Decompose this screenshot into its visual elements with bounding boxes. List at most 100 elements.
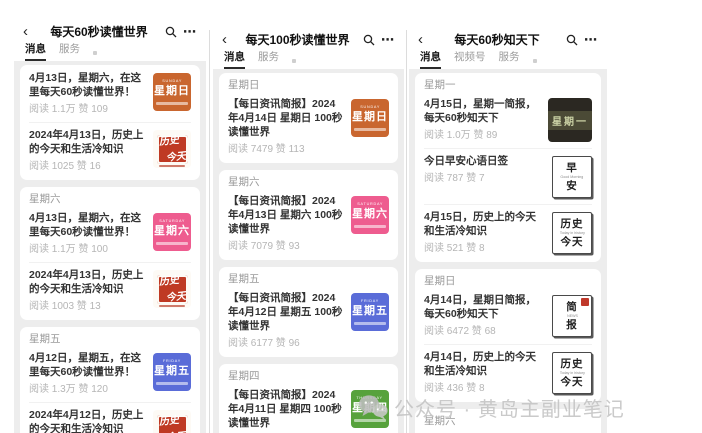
article-list-item[interactable]: 4月12日，星期五，在这里每天60秒读懂世界！阅读 1.3万 赞 120FRID… — [29, 346, 191, 402]
article-text: 2024年4月13日，历史上的今天和生活冷知识阅读 1003 赞 13 — [29, 268, 146, 313]
message-list: 星期一4月15日，星期一简报，每天60秒知天下阅读 1.0万 赞 89 星期一今日… — [409, 69, 607, 433]
article-list-item[interactable]: 【每日资讯简报】2024年4月12日 星期五 100秒读懂世界阅读 6177 赞… — [228, 286, 389, 356]
article-title: 4月15日，历史上的今天和生活冷知识 — [424, 210, 545, 238]
tab-services[interactable]: 服务 — [258, 49, 279, 69]
seal-text-bottom: 今天 — [165, 290, 186, 303]
panel-header: ‹每天60秒知天下⋯ — [409, 28, 607, 51]
group-date-label: 星期四 — [228, 365, 389, 383]
thumbnail-weekday-text: 星期一 — [548, 111, 592, 130]
thumbnail-weekday-text: 星期日 — [154, 85, 190, 98]
thumbnail-caption-bar — [156, 382, 187, 385]
article-text: 4月14日，星期日简报，每天60秒知天下阅读 6472 赞 68 — [424, 293, 545, 338]
article-text: 【每日资讯简报】2024年4月13日 星期六 100秒读懂世界阅读 7079 赞… — [228, 194, 344, 253]
article-read-like-stats: 阅读 787 赞 7 — [424, 172, 545, 185]
article-list-item[interactable]: 2024年4月13日，历史上的今天和生活冷知识阅读 1025 赞 16 历史今天 — [29, 122, 191, 179]
red-seal: 历史今天 — [157, 275, 188, 304]
stamp-english-caption: NEWS — [567, 314, 578, 318]
article-title: 【每日资讯简报】2024年4月11日 星期四 100秒读懂世界 — [228, 388, 344, 430]
article-read-like-stats: 阅读 1025 赞 16 — [29, 160, 146, 173]
thumbnail-caption-bar — [354, 225, 385, 228]
article-title: 2024年4月13日，历史上的今天和生活冷知识 — [29, 268, 146, 296]
more-options-icon[interactable]: ⋯ — [183, 24, 197, 40]
thumbnail-top-caption: SUNDAY — [360, 106, 380, 110]
group-date-label: 星期五 — [228, 268, 389, 286]
article-list-item[interactable]: 4月13日，星期六，在这里每天60秒读懂世界！阅读 1.1万 赞 100SATU… — [29, 206, 191, 262]
tab-channels[interactable]: 视频号 — [454, 49, 486, 69]
article-title: 4月15日，星期一简报，每天60秒知天下 — [424, 97, 541, 125]
group-date-label: 星期日 — [228, 74, 389, 92]
thumbnail-caption-bar — [354, 322, 385, 325]
thumbnail-caption-bar — [156, 102, 187, 105]
tab-messages[interactable]: 消息 — [224, 49, 245, 69]
article-list-item[interactable]: 今日早安心语日签阅读 787 赞 7早Good Morning安 — [424, 148, 592, 204]
seal-caption-bar — [159, 305, 185, 307]
article-list-item[interactable]: 4月15日，星期一简报，每天60秒知天下阅读 1.0万 赞 89 星期一 — [424, 92, 592, 148]
message-group-card: 星期六4月13日，星期六，在这里每天60秒读懂世界！阅读 1.1万 赞 100S… — [20, 187, 200, 320]
stamp-thumbnail: 早Good Morning安 — [552, 156, 592, 198]
article-read-like-stats: 阅读 521 赞 8 — [424, 242, 545, 255]
back-icon[interactable]: ‹ — [222, 30, 232, 50]
panel-header: ‹每天100秒读懂世界⋯ — [213, 28, 404, 51]
tab-messages[interactable]: 消息 — [420, 49, 441, 69]
tab-messages[interactable]: 消息 — [25, 41, 46, 61]
wechat-logo-icon — [358, 394, 388, 421]
article-list-item[interactable]: 【每日资讯简报】2024年4月13日 星期六 100秒读懂世界阅读 7079 赞… — [228, 189, 389, 259]
watermark-text: 公众号 · 黄岛主副业笔记 — [394, 393, 625, 422]
article-list-item[interactable]: 2024年4月13日，历史上的今天和生活冷知识阅读 1003 赞 13 历史今天 — [29, 262, 191, 319]
weekday-thumbnail: SATURDAY星期六 — [153, 213, 191, 251]
tab-badge-dot — [292, 59, 296, 63]
more-options-icon[interactable]: ⋯ — [381, 32, 395, 48]
article-list-item[interactable]: 4月15日，历史上的今天和生活冷知识阅读 521 赞 8历史Today in h… — [424, 204, 592, 261]
article-text: 今日早安心语日签阅读 787 赞 7 — [424, 154, 545, 185]
stamp-thumbnail: 简NEWS报 — [552, 295, 592, 337]
article-title: 2024年4月13日，历史上的今天和生活冷知识 — [29, 128, 146, 156]
weekday-thumbnail: SUNDAY星期日 — [153, 73, 191, 111]
article-text: 【每日资讯简报】2024年4月12日 星期五 100秒读懂世界阅读 6177 赞… — [228, 291, 344, 350]
tab-services[interactable]: 服务 — [499, 49, 520, 69]
article-text: 4月14日，历史上的今天和生活冷知识阅读 436 赞 8 — [424, 350, 545, 395]
stamp-english-caption: Today in history — [559, 371, 584, 375]
panel-divider — [406, 30, 407, 433]
article-list-item[interactable]: 2024年4月12日，历史上的今天和生活冷知识历史今天 — [29, 402, 191, 433]
back-icon[interactable]: ‹ — [23, 22, 33, 42]
back-icon[interactable]: ‹ — [418, 30, 428, 50]
article-title: 【每日资讯简报】2024年4月12日 星期五 100秒读懂世界 — [228, 291, 344, 333]
article-text: 2024年4月12日，历史上的今天和生活冷知识 — [29, 408, 146, 433]
article-title: 4月13日，星期六，在这里每天60秒读懂世界！ — [29, 71, 146, 99]
article-read-like-stats: 阅读 1.0万 赞 89 — [424, 129, 541, 142]
panel-divider — [209, 30, 210, 433]
article-list-item[interactable]: 4月13日，星期六简报，每天 — [424, 428, 592, 433]
more-options-icon[interactable]: ⋯ — [584, 32, 598, 48]
article-title: 【每日资讯简报】2024年4月14日 星期日 100秒读懂世界 — [228, 97, 344, 139]
thumbnail-top-caption: SATURDAY — [159, 220, 185, 224]
panel-header: ‹每天60秒读懂世界⋯ — [14, 20, 206, 43]
thumbnail-top-caption: SUNDAY — [162, 80, 182, 84]
stamp-thumbnail: 历史Today in history今天 — [552, 352, 592, 394]
seal-text-top: 历史 — [158, 134, 179, 147]
article-list-item[interactable]: 【每日资讯简报】2024年4月14日 星期日 100秒读懂世界阅读 7479 赞… — [228, 92, 389, 162]
tab-services[interactable]: 服务 — [59, 41, 80, 61]
article-read-like-stats: 阅读 1.1万 赞 109 — [29, 103, 146, 116]
search-icon[interactable] — [363, 34, 375, 46]
stamp-text-bottom: 安 — [566, 181, 578, 192]
article-title: 4月14日，历史上的今天和生活冷知识 — [424, 350, 545, 378]
weekday-thumbnail: FRIDAY星期五 — [153, 353, 191, 391]
monday-photo-thumbnail: 星期一 — [548, 98, 592, 142]
message-group-card: 星期五4月12日，星期五，在这里每天60秒读懂世界！阅读 1.3万 赞 120F… — [20, 327, 200, 433]
thumbnail-weekday-text: 星期日 — [352, 111, 388, 124]
article-title: 4月13日，星期六，在这里每天60秒读懂世界！ — [29, 211, 146, 239]
stamp-english-caption: Good Morning — [561, 175, 584, 179]
thumbnail-top-caption: FRIDAY — [361, 300, 379, 304]
seal-text-bottom: 今天 — [165, 150, 186, 163]
message-group-card: 星期一4月15日，星期一简报，每天60秒知天下阅读 1.0万 赞 89 星期一今日… — [415, 73, 601, 262]
article-list-item[interactable]: 4月14日，星期日简报，每天60秒知天下阅读 6472 赞 68简NEWS报 — [424, 288, 592, 344]
tab-bar: 消息视频号服务 — [409, 51, 607, 69]
search-icon[interactable] — [165, 26, 177, 38]
stamp-english-caption: Today in history — [559, 231, 584, 235]
article-list-item[interactable]: 4月13日，星期六，在这里每天60秒读懂世界！ 阅读 1.1万 赞 109 SUND… — [29, 66, 191, 122]
tab-badge-dot — [533, 59, 537, 63]
search-icon[interactable] — [566, 34, 578, 46]
red-seal: 历史今天 — [157, 415, 188, 433]
article-read-like-stats: 阅读 6472 赞 68 — [424, 325, 545, 338]
message-group-card: 4月13日，星期六，在这里每天60秒读懂世界！ 阅读 1.1万 赞 109 SUND… — [20, 65, 200, 180]
